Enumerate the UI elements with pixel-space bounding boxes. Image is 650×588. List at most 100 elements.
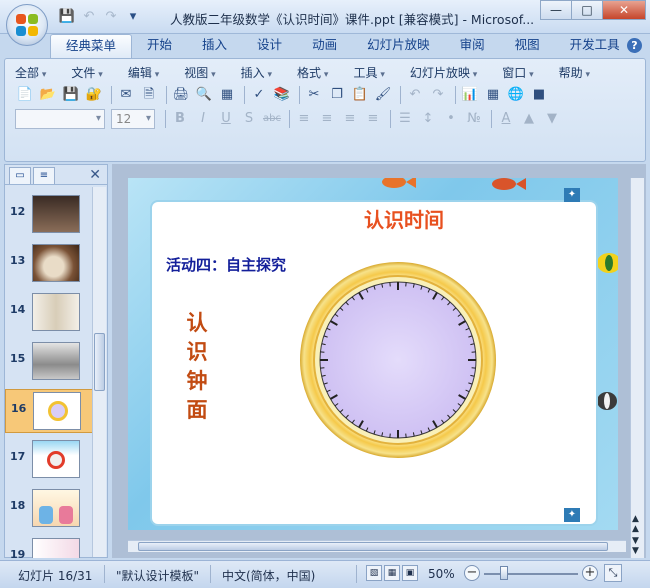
font-color-button[interactable]: A xyxy=(496,109,516,129)
office-button[interactable] xyxy=(6,4,48,46)
zoom-out-button[interactable]: − xyxy=(464,565,480,581)
fit-to-window-icon[interactable]: ⤡ xyxy=(604,564,622,582)
format-painter-icon[interactable]: 🖌 xyxy=(373,85,393,105)
thumbnail-row[interactable]: 14 xyxy=(5,291,93,335)
tab-home[interactable]: 开始 xyxy=(132,34,187,58)
thumbnail-row[interactable]: 15 xyxy=(5,340,93,384)
slide-view-icon[interactable]: ▦ xyxy=(217,85,237,105)
zoom-level[interactable]: 50% xyxy=(428,567,455,581)
next-slide-icon[interactable]: ▼ ▼ xyxy=(632,536,639,556)
qat-customize-button[interactable]: ▾ xyxy=(124,8,142,26)
tab-slideshow[interactable]: 幻灯片放映 xyxy=(352,34,445,58)
paste-icon[interactable]: 📋 xyxy=(350,85,370,105)
spelling-icon[interactable]: ✓ xyxy=(249,85,269,105)
menu-tools[interactable]: 工具 xyxy=(353,64,395,81)
underline-button[interactable]: U xyxy=(216,109,236,129)
close-icon[interactable]: ✕ xyxy=(89,167,101,183)
menu-view[interactable]: 视图 xyxy=(184,64,226,81)
menu-file[interactable]: 文件 xyxy=(71,64,113,81)
save-icon[interactable]: 💾 xyxy=(61,85,81,105)
justify-icon[interactable]: ≡ xyxy=(363,109,383,129)
bullets-icon[interactable]: • xyxy=(441,109,461,129)
menu-insert[interactable]: 插入 xyxy=(241,64,283,81)
clock-face-icon[interactable] xyxy=(298,260,498,460)
tab-design[interactable]: 设计 xyxy=(242,34,297,58)
new-icon[interactable]: 📄 xyxy=(15,85,35,105)
menu-format[interactable]: 格式 xyxy=(297,64,339,81)
menu-all[interactable]: 全部 xyxy=(15,64,57,81)
font-size-combo[interactable]: 12 xyxy=(111,109,155,129)
zoom-slider-handle[interactable] xyxy=(500,566,508,580)
table-icon[interactable]: ▦ xyxy=(483,85,503,105)
redo-icon[interactable]: ↷ xyxy=(428,85,448,105)
language-indicator[interactable]: 中文(简体，中国) xyxy=(222,567,315,584)
redo-icon[interactable]: ↷ xyxy=(102,8,120,26)
cut-icon[interactable]: ✂ xyxy=(304,85,324,105)
menu-window[interactable]: 窗口 xyxy=(502,64,544,81)
slide-vertical-scrollbar[interactable]: ▲ ▲ ▼ ▼ xyxy=(630,178,644,558)
permission-icon[interactable]: 🔐 xyxy=(84,85,104,105)
thumbnail-row[interactable]: 12 xyxy=(5,193,93,237)
copy-icon[interactable]: ❐ xyxy=(327,85,347,105)
line-spacing-icon[interactable]: ↕ xyxy=(418,109,438,129)
thumbnail-row[interactable]: 18 xyxy=(5,487,93,531)
vertical-label[interactable]: 认 识 钟 面 xyxy=(182,308,212,424)
thumbnail-row[interactable]: 17 xyxy=(5,438,93,482)
columns-icon[interactable]: ☰ xyxy=(395,109,415,129)
print-preview-icon[interactable]: 🔍 xyxy=(194,85,214,105)
help-icon[interactable]: ? xyxy=(627,38,642,53)
open-icon[interactable]: 📂 xyxy=(38,85,58,105)
strikethrough-button[interactable]: abc xyxy=(262,109,282,129)
numbering-icon[interactable]: № xyxy=(464,109,484,129)
thumbnail-row[interactable]: 13 xyxy=(5,242,93,286)
publish-icon[interactable]: 🗎 xyxy=(139,85,159,105)
italic-button[interactable]: I xyxy=(193,109,213,129)
thumbnail-row[interactable]: 19 xyxy=(5,536,93,558)
minimize-button[interactable]: — xyxy=(540,0,572,20)
align-center-icon[interactable]: ≡ xyxy=(317,109,337,129)
tab-insert[interactable]: 插入 xyxy=(187,34,242,58)
close-button[interactable]: ✕ xyxy=(602,0,646,20)
increase-font-icon[interactable]: ▲ xyxy=(519,109,539,129)
align-right-icon[interactable]: ≡ xyxy=(340,109,360,129)
email-icon[interactable]: ✉ xyxy=(116,85,136,105)
outline-tab-icon[interactable]: ≡ xyxy=(33,167,55,184)
current-slide[interactable]: 认识时间 活动四：自主探究 认 识 钟 面 ✦ ✦ xyxy=(128,178,618,530)
zoom-in-button[interactable]: + xyxy=(582,565,598,581)
zoom-slider-track[interactable] xyxy=(484,573,578,575)
normal-view-icon[interactable]: ▧ xyxy=(366,565,382,581)
tab-developer[interactable]: 开发工具 xyxy=(555,34,635,58)
maximize-button[interactable]: □ xyxy=(571,0,603,20)
shadow-button[interactable]: S xyxy=(239,109,259,129)
chart-icon[interactable]: 📊 xyxy=(460,85,480,105)
font-name-combo[interactable] xyxy=(15,109,105,129)
slideshow-view-icon[interactable]: ▣ xyxy=(402,565,418,581)
menu-edit[interactable]: 编辑 xyxy=(128,64,170,81)
slides-tab-icon[interactable]: ▭ xyxy=(9,167,31,184)
slide-sorter-icon[interactable]: ▦ xyxy=(384,565,400,581)
undo-icon[interactable]: ↶ xyxy=(405,85,425,105)
tab-animation[interactable]: 动画 xyxy=(297,34,352,58)
thumbnails-scrollbar[interactable] xyxy=(92,187,106,557)
research-icon[interactable]: 📚 xyxy=(272,85,292,105)
print-icon[interactable]: 🖨 xyxy=(171,85,191,105)
menu-slideshow[interactable]: 幻灯片放映 xyxy=(410,64,488,81)
activity-heading[interactable]: 活动四：自主探究 xyxy=(166,254,286,275)
undo-icon[interactable]: ↶ xyxy=(80,8,98,26)
tab-view[interactable]: 视图 xyxy=(500,34,555,58)
template-name[interactable]: "默认设计模板" xyxy=(116,567,199,584)
save-icon[interactable]: 💾 xyxy=(58,8,76,26)
tab-classic-menu[interactable]: 经典菜单 xyxy=(50,34,133,58)
slide-title[interactable]: 认识时间 xyxy=(364,204,444,233)
menu-help[interactable]: 帮助 xyxy=(559,64,601,81)
bold-button[interactable]: B xyxy=(170,109,190,129)
decrease-font-icon[interactable]: ▼ xyxy=(542,109,562,129)
scrollbar-thumb[interactable] xyxy=(138,542,608,551)
align-left-icon[interactable]: ≡ xyxy=(294,109,314,129)
color-grayscale-icon[interactable]: ■ xyxy=(529,85,549,105)
prev-slide-icon[interactable]: ▲ ▲ xyxy=(632,514,639,534)
scrollbar-thumb[interactable] xyxy=(94,333,105,391)
slide-horizontal-scrollbar[interactable] xyxy=(128,540,626,552)
tab-review[interactable]: 审阅 xyxy=(445,34,500,58)
hyperlink-icon[interactable]: 🌐 xyxy=(506,85,526,105)
